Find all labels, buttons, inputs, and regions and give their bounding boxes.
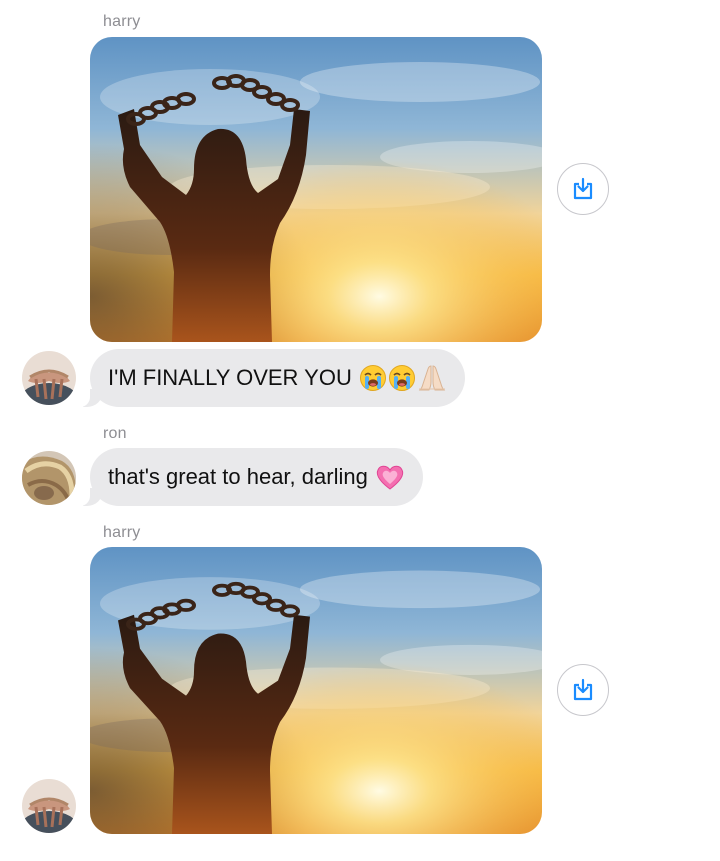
photo-attachment[interactable] [90,547,542,834]
emoji-group [374,463,405,491]
chains-sunset-image [90,37,542,342]
avatar-ron[interactable] [22,451,76,505]
avatar-harry[interactable] [22,779,76,833]
loudly-crying-face-icon [388,365,415,391]
photo-attachment[interactable] [90,37,542,342]
avatar-harry[interactable] [22,351,76,405]
save-photo-button[interactable] [557,163,609,215]
growing-heart-icon [376,465,403,490]
download-to-device-icon [573,177,593,200]
sender-label-ron: ron [103,425,127,442]
emoji-group [358,364,447,392]
message-text: that's great to hear, darling [108,464,368,489]
message-bubble[interactable]: that's great to hear, darling [80,448,423,506]
sender-label-harry: harry [103,524,141,541]
sender-label-harry: harry [103,13,141,30]
message-text: I'M FINALLY OVER YOU [108,365,352,390]
message-bubble[interactable]: I'M FINALLY OVER YOU [80,349,465,407]
folded-hands-icon [418,365,446,391]
save-photo-button[interactable] [557,664,609,716]
download-to-device-icon [573,678,593,701]
chains-sunset-image [90,547,542,834]
loudly-crying-face-icon [359,365,386,391]
